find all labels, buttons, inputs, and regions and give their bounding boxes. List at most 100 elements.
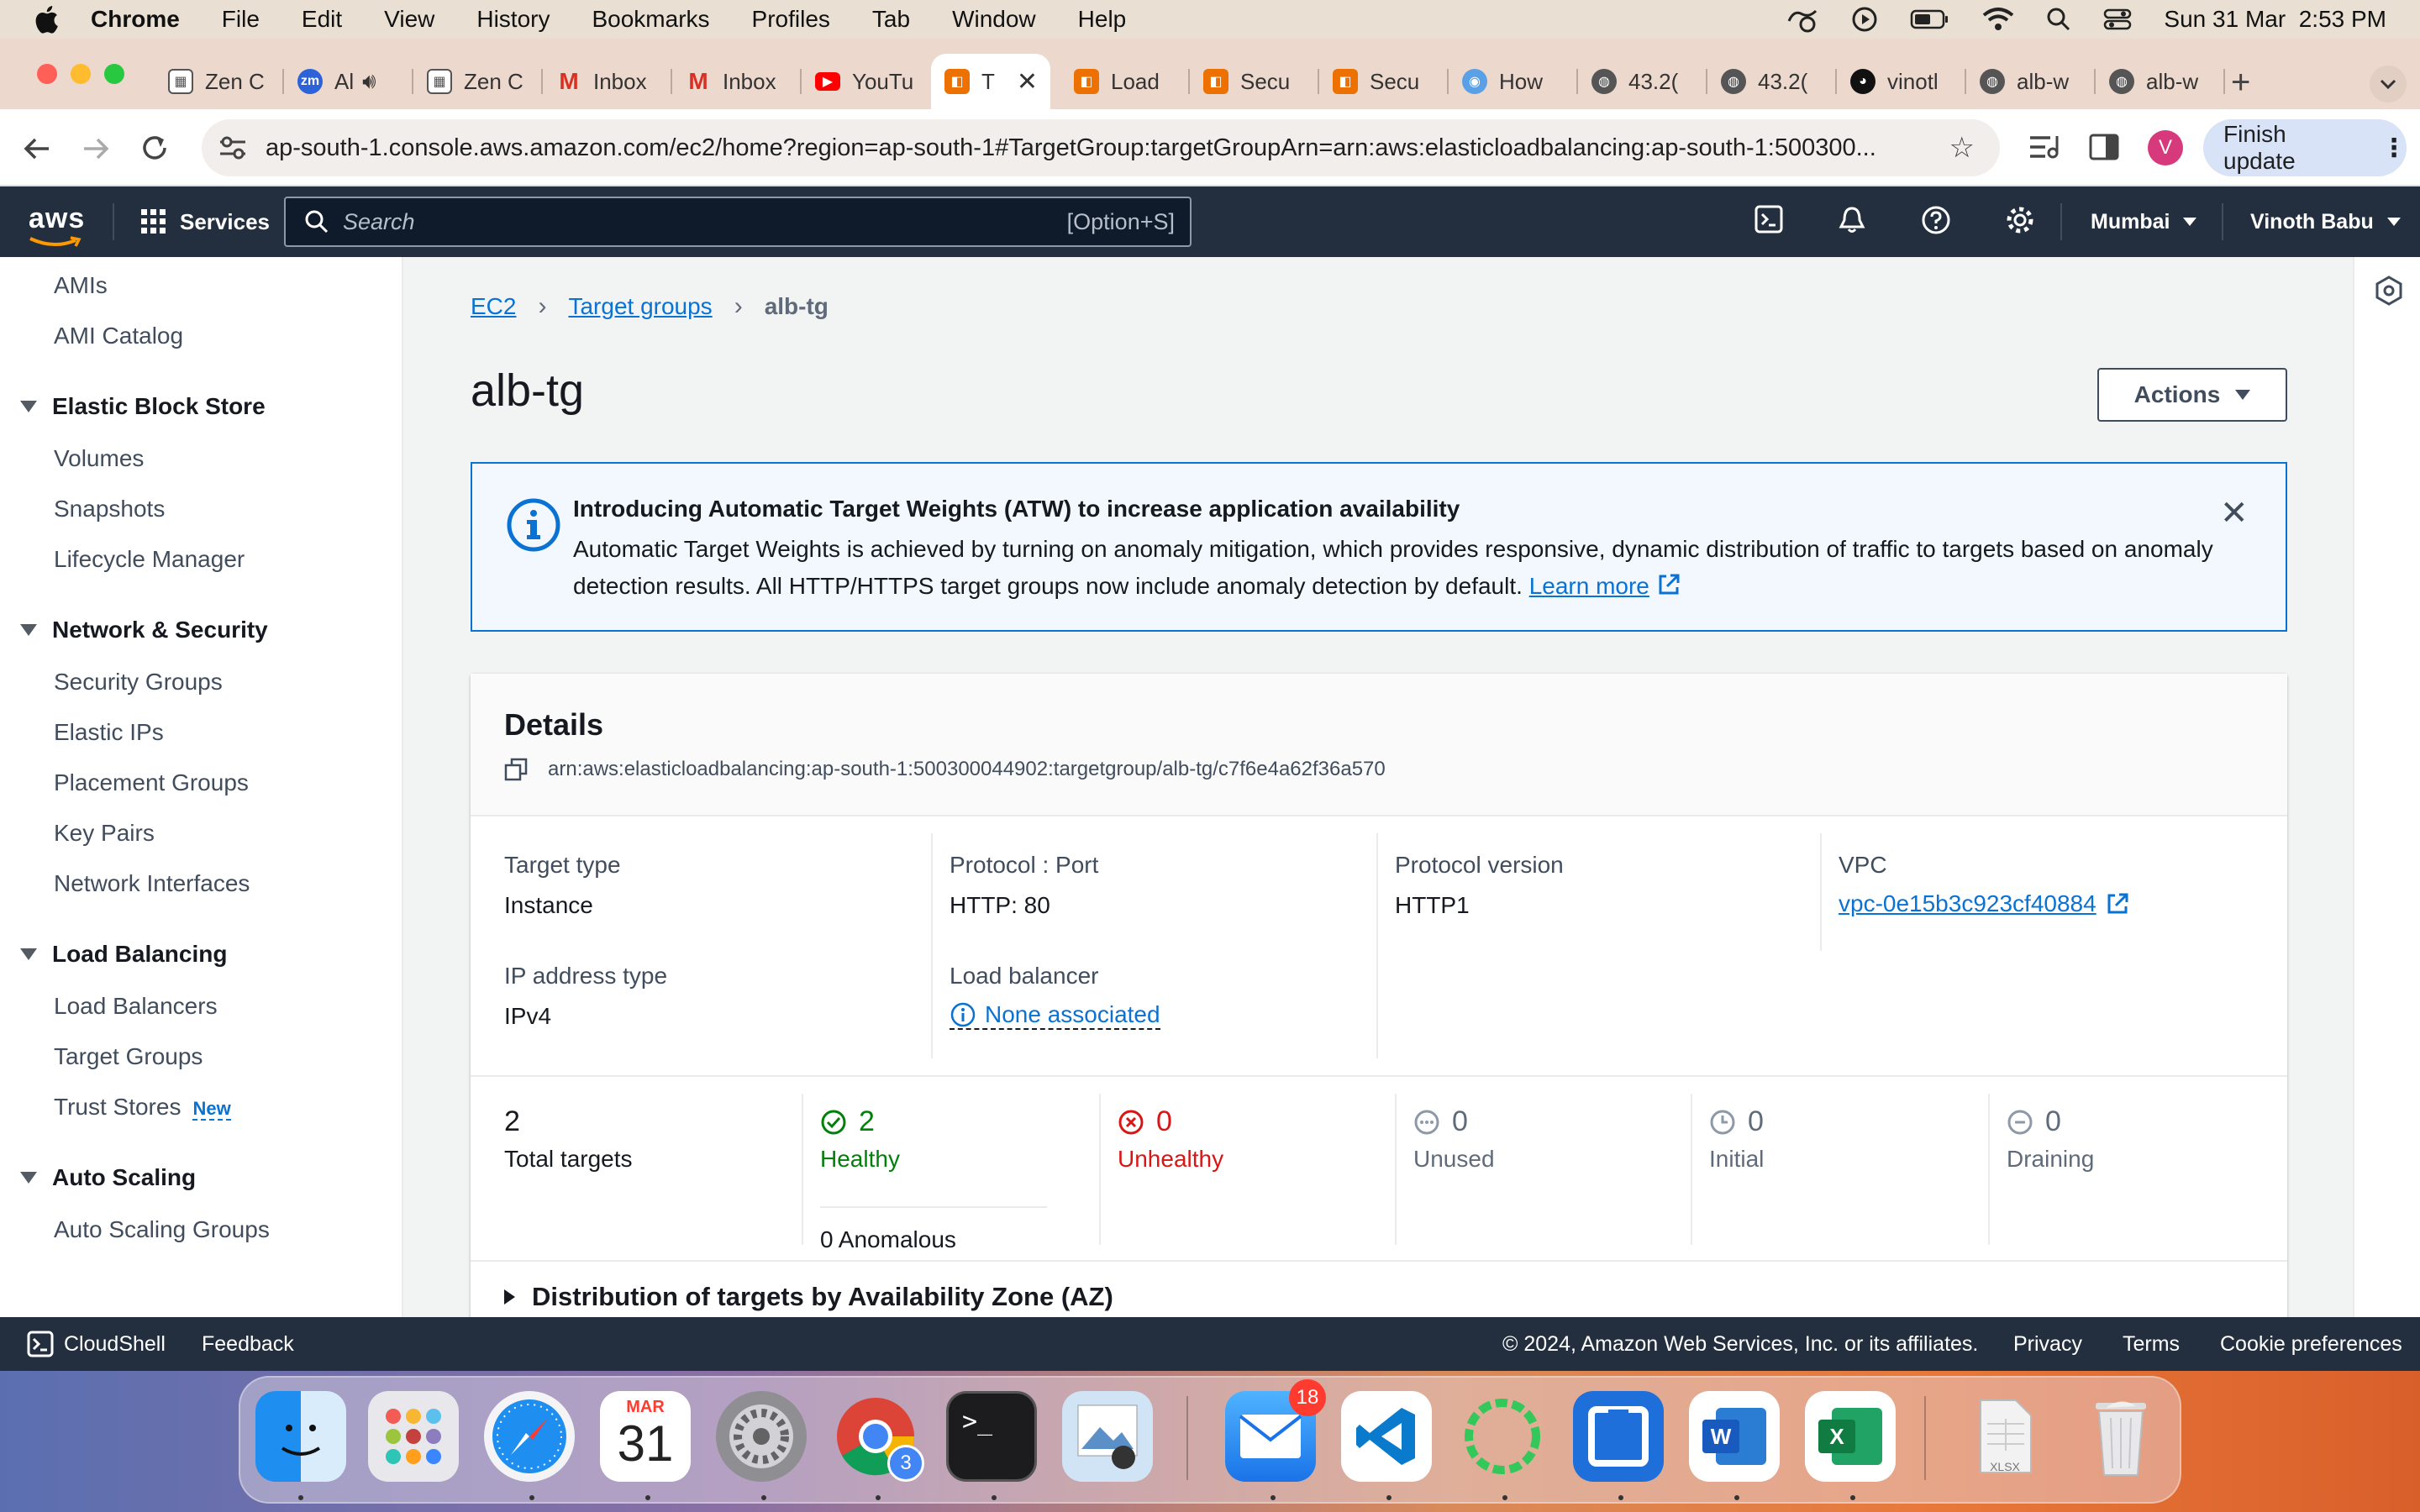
launchpad-icon[interactable] — [368, 1391, 459, 1482]
menu-help[interactable]: Help — [1078, 6, 1127, 33]
browser-tab[interactable]: ◍ alb-w — [2096, 54, 2225, 109]
browser-tab[interactable]: ◍ 43.2( — [1578, 54, 1707, 109]
new-tab-button[interactable]: + — [2231, 64, 2250, 102]
forward-arrow-icon[interactable] — [81, 134, 111, 163]
spotlight-search-icon[interactable] — [2046, 7, 2071, 32]
sidebar-item-key-pairs[interactable]: Key Pairs — [54, 820, 155, 847]
sidebar-item-amis[interactable]: AMIs — [54, 272, 108, 299]
aws-search-input[interactable]: Search [Option+S] — [284, 197, 1192, 247]
sidebar-item-auto-scaling-groups[interactable]: Auto Scaling Groups — [54, 1216, 270, 1243]
terms-link[interactable]: Terms — [2123, 1332, 2180, 1357]
window-close-button[interactable] — [37, 64, 57, 84]
sidebar-item-lifecycle-manager[interactable]: Lifecycle Manager — [54, 546, 245, 573]
browser-tab[interactable]: ◧ Load — [1060, 54, 1190, 109]
settings-gear-icon[interactable] — [2005, 205, 2035, 235]
sidebar-section-load-balancing[interactable]: Load Balancing — [20, 941, 227, 968]
address-bar[interactable]: ap-south-1.console.aws.amazon.com/ec2/ho… — [202, 119, 2000, 176]
window-zoom-button[interactable] — [104, 64, 124, 84]
trash-icon[interactable] — [2075, 1391, 2166, 1482]
distribution-by-az-toggle[interactable]: Distribution of targets by Availability … — [504, 1282, 1113, 1312]
browser-tab-active[interactable]: ◧ T ✕ — [931, 54, 1050, 109]
safari-icon[interactable] — [484, 1391, 575, 1482]
wifi-icon[interactable] — [1982, 7, 2014, 32]
browser-tab[interactable]: ◧ Secu — [1190, 54, 1319, 109]
speaker-icon[interactable]: 🔊︎ — [362, 68, 376, 95]
breadcrumb-ec2[interactable]: EC2 — [471, 293, 516, 320]
bracket-app-icon[interactable] — [1573, 1391, 1664, 1482]
sidebar-item-snapshots[interactable]: Snapshots — [54, 496, 165, 522]
region-selector[interactable]: Mumbai — [2091, 186, 2197, 257]
actions-dropdown-button[interactable]: Actions — [2097, 368, 2287, 422]
control-center-icon[interactable] — [2103, 8, 2132, 31]
tab-close-icon[interactable]: ✕ — [1017, 67, 1038, 97]
browser-tab[interactable]: ▦ Zen C — [413, 54, 543, 109]
battery-icon[interactable] — [1910, 8, 1950, 30]
sidebar-item-volumes[interactable]: Volumes — [54, 445, 144, 472]
sidebar-section-auto-scaling[interactable]: Auto Scaling — [20, 1164, 196, 1191]
menu-tab[interactable]: Tab — [872, 6, 910, 33]
sidebar-item-target-groups[interactable]: Target Groups — [54, 1043, 203, 1070]
sidebar-item-placement-groups[interactable]: Placement Groups — [54, 769, 249, 796]
site-info-icon[interactable] — [218, 135, 247, 160]
sidebar-item-network-interfaces[interactable]: Network Interfaces — [54, 870, 250, 897]
activity-monitor-icon[interactable] — [1786, 6, 1819, 33]
calendar-icon[interactable]: MAR 31 — [600, 1391, 691, 1482]
apple-icon[interactable] — [34, 5, 59, 34]
profile-avatar[interactable]: V — [2148, 130, 2183, 165]
close-icon[interactable]: ✕ — [2220, 494, 2249, 533]
bookmark-star-icon[interactable]: ☆ — [1949, 131, 1975, 165]
microsoft-word-icon[interactable]: W — [1689, 1391, 1780, 1482]
tab-search-button[interactable] — [2370, 66, 2407, 102]
help-icon[interactable] — [1921, 205, 1951, 235]
sidebar-item-ami-catalog[interactable]: AMI Catalog — [54, 323, 183, 349]
browser-tab[interactable]: zm Al 🔊︎ — [284, 54, 413, 109]
back-arrow-icon[interactable] — [22, 134, 52, 163]
privacy-link[interactable]: Privacy — [2013, 1332, 2082, 1357]
preview-icon[interactable] — [1062, 1391, 1153, 1482]
menubar-datetime[interactable]: Sun 31 Mar 2:53 PM — [2164, 6, 2386, 33]
browser-tab[interactable]: ▦ Zen C — [155, 54, 284, 109]
learn-more-link[interactable]: Learn more — [1529, 573, 1649, 599]
browser-tab[interactable]: ◍ 43.2( — [1707, 54, 1837, 109]
external-link-icon[interactable] — [1656, 572, 1681, 597]
services-menu-button[interactable]: Services — [141, 186, 270, 257]
load-balancer-popover-trigger[interactable]: None associated — [950, 1001, 1160, 1030]
menu-edit[interactable]: Edit — [302, 6, 342, 33]
menu-view[interactable]: View — [384, 6, 434, 33]
window-minimize-button[interactable] — [71, 64, 91, 84]
browser-tab[interactable]: M Inbox — [672, 54, 802, 109]
notifications-bell-icon[interactable] — [1837, 205, 1867, 235]
browser-tab[interactable]: ◍ alb-w — [1966, 54, 2096, 109]
account-menu[interactable]: Vinoth Babu — [2250, 186, 2401, 257]
address-url[interactable]: ap-south-1.console.aws.amazon.com/ec2/ho… — [266, 134, 1949, 162]
sidebar-item-elastic-ips[interactable]: Elastic IPs — [54, 719, 164, 746]
menu-history[interactable]: History — [476, 6, 550, 33]
sidebar-item-load-balancers[interactable]: Load Balancers — [54, 993, 218, 1020]
browser-tab[interactable]: M Inbox — [543, 54, 672, 109]
hexagon-settings-icon[interactable] — [2375, 276, 2403, 306]
system-settings-icon[interactable] — [716, 1391, 807, 1482]
play-circle-icon[interactable] — [1851, 6, 1878, 33]
vpc-link[interactable]: vpc-0e15b3c923cf40884 — [1839, 890, 2130, 917]
cookie-preferences-link[interactable]: Cookie preferences — [2220, 1332, 2402, 1357]
feedback-link[interactable]: Feedback — [202, 1332, 294, 1357]
xlsx-document-icon[interactable]: XLSX — [1960, 1391, 2050, 1482]
terminal-icon[interactable]: >_ — [946, 1391, 1037, 1482]
menu-profiles[interactable]: Profiles — [752, 6, 830, 33]
menu-file[interactable]: File — [222, 6, 260, 33]
menu-app-name[interactable]: Chrome — [91, 6, 180, 33]
browser-tab[interactable]: ▶ YouTu — [802, 54, 931, 109]
breadcrumb-target-groups[interactable]: Target groups — [568, 293, 712, 320]
sync-app-icon[interactable] — [1457, 1391, 1548, 1482]
side-panel-icon[interactable] — [2089, 133, 2119, 161]
microsoft-excel-icon[interactable]: X — [1805, 1391, 1896, 1482]
sidebar-section-network-security[interactable]: Network & Security — [20, 617, 268, 643]
sidebar-item-trust-stores[interactable]: Trust Stores New — [54, 1094, 231, 1121]
sidebar-section-elastic-block-store[interactable]: Elastic Block Store — [20, 393, 266, 420]
browser-tab[interactable]: ◧ Secu — [1319, 54, 1449, 109]
reading-list-icon[interactable] — [2028, 133, 2060, 161]
reload-icon[interactable] — [139, 133, 170, 163]
aws-logo[interactable]: aws — [29, 200, 85, 249]
browser-tab[interactable]: ◕ vinotl — [1837, 54, 1966, 109]
menu-window[interactable]: Window — [952, 6, 1036, 33]
